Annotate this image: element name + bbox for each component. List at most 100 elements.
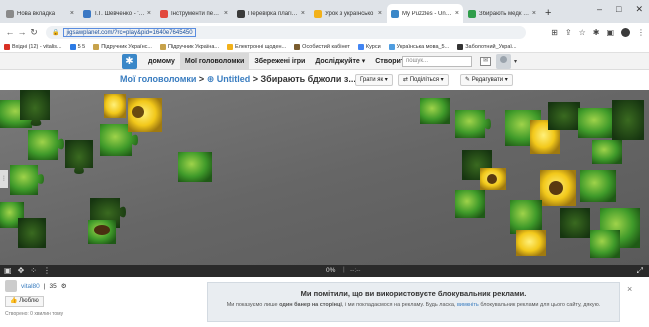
puzzle-piece[interactable] bbox=[590, 230, 620, 258]
site-nav: домому Мої головоломки Збережені ігри Дослі… bbox=[143, 53, 414, 70]
side-panel-handle[interactable]: ⋮ bbox=[0, 170, 8, 188]
menu-icon[interactable]: ⋮ bbox=[637, 28, 645, 37]
author-name[interactable]: vital80 bbox=[21, 283, 40, 290]
puzzle-piece[interactable] bbox=[510, 200, 542, 234]
tab-close-icon[interactable]: × bbox=[532, 10, 536, 17]
tab-close-icon[interactable]: × bbox=[224, 10, 228, 17]
bookmark-icon bbox=[457, 43, 464, 50]
puzzle-piece[interactable] bbox=[420, 98, 450, 124]
breadcrumb-my-puzzles[interactable]: Мої головоломки bbox=[120, 74, 196, 84]
browser-tab[interactable]: Перевірка плагіату × bbox=[233, 4, 309, 23]
preview-image-icon[interactable]: ▣ bbox=[4, 266, 12, 275]
share-icon[interactable]: ⇪ bbox=[565, 28, 572, 37]
bookmark-icon bbox=[227, 43, 233, 50]
site-header: ✱ домому Мої головоломки Збережені ігри Дос… bbox=[0, 53, 649, 70]
more-options-icon[interactable]: ⋮ bbox=[43, 266, 51, 275]
adblock-body-mid: , і ми покладаємося на рекламу. Будь лас… bbox=[341, 302, 456, 308]
share-button[interactable]: ⇄ Поділіться ▾ bbox=[398, 74, 449, 86]
bookmark-item[interactable]: Підручник Українс... bbox=[93, 43, 152, 50]
back-icon[interactable]: ← bbox=[4, 27, 16, 37]
tab-close-icon[interactable]: × bbox=[147, 10, 151, 17]
puzzle-board[interactable]: ⋮ bbox=[0, 90, 649, 265]
author-avatar[interactable] bbox=[5, 280, 17, 292]
bookmark-item[interactable]: Курси bbox=[357, 43, 381, 50]
chevron-down-icon[interactable]: ▾ bbox=[514, 58, 517, 65]
puzzle-piece[interactable] bbox=[516, 230, 546, 256]
jigsawplanet-logo-icon[interactable]: ✱ bbox=[122, 54, 137, 69]
tab-label: Т.Г. Шевченко - 'До bbox=[94, 10, 145, 17]
forward-icon[interactable]: → bbox=[16, 27, 28, 37]
bee-image bbox=[94, 225, 110, 235]
close-window-icon[interactable]: ✕ bbox=[635, 4, 643, 15]
like-button[interactable]: 👍 Люблю bbox=[5, 296, 44, 307]
maximize-icon[interactable]: □ bbox=[616, 4, 621, 15]
bookmark-item[interactable]: Підручник Україна... bbox=[159, 43, 219, 50]
puzzle-piece[interactable] bbox=[592, 140, 622, 164]
adblock-body-pre: Ми показуємо лише bbox=[226, 302, 278, 308]
tab-close-icon[interactable]: × bbox=[455, 10, 459, 17]
bookmark-item[interactable]: Заболотний_Украї... bbox=[457, 43, 517, 50]
url-text[interactable]: jigsawplanet.com/?rc=play&pid=1640e76454… bbox=[63, 27, 196, 37]
tab-close-icon[interactable]: × bbox=[70, 10, 74, 17]
tab-close-icon[interactable]: × bbox=[301, 10, 305, 17]
fullscreen-icon[interactable]: ⤢ bbox=[637, 266, 643, 276]
bookmark-item[interactable]: Вхідні (12) - vitalis... bbox=[4, 43, 62, 50]
mail-icon[interactable]: ✉ bbox=[480, 57, 491, 66]
bookmark-item[interactable]: Особистий кабінет bbox=[294, 43, 350, 50]
puzzle-piece[interactable] bbox=[18, 218, 46, 248]
profile-icon[interactable] bbox=[621, 27, 630, 37]
url-field[interactable]: 🔒 jigsawplanet.com/?rc=play&pid=1640e764… bbox=[46, 25, 526, 39]
bookmarks-bar: Вхідні (12) - vitalis... 5 5 Підручник Укр… bbox=[0, 41, 649, 53]
puzzle-piece[interactable] bbox=[455, 190, 485, 218]
site-nav-item[interactable]: Збережені ігри bbox=[249, 53, 310, 70]
bookmark-item[interactable]: 5 5 bbox=[69, 43, 86, 50]
bookmark-star-icon[interactable]: ☆ bbox=[579, 28, 586, 37]
translate-icon[interactable]: ⊞ bbox=[551, 28, 558, 37]
bookmark-icon bbox=[69, 43, 76, 50]
extensions-icon[interactable]: ✱ bbox=[593, 28, 600, 37]
adblock-close-icon[interactable]: × bbox=[627, 284, 632, 294]
edit-button[interactable]: ✎ Редагувати ▾ bbox=[460, 74, 513, 86]
bookmark-item[interactable]: Електронні щоден... bbox=[227, 43, 287, 50]
breadcrumb-untitled[interactable]: Untitled bbox=[217, 74, 251, 84]
bookmark-label: Електронні щоден... bbox=[235, 43, 287, 50]
puzzle-piece[interactable] bbox=[178, 152, 212, 182]
edit-icon: ✎ bbox=[465, 77, 472, 83]
puzzle-piece[interactable] bbox=[560, 208, 590, 238]
tab-favicon-icon bbox=[391, 9, 399, 18]
browser-tab[interactable]: Інструменти переві × bbox=[156, 4, 232, 23]
browser-tab[interactable]: Збирають медк (бд × bbox=[464, 4, 540, 23]
browser-tab[interactable]: Нова вкладка × bbox=[2, 4, 78, 23]
bookmark-item[interactable]: Українська мова_5... bbox=[388, 43, 449, 50]
puzzle-piece[interactable] bbox=[580, 170, 616, 202]
tab-favicon-icon bbox=[468, 9, 476, 18]
puzzle-piece[interactable] bbox=[548, 102, 580, 130]
edit-label: Редагувати ▾ bbox=[471, 77, 508, 83]
user-avatar[interactable] bbox=[496, 54, 511, 69]
site-nav-item[interactable]: Мої головоломки bbox=[179, 53, 250, 70]
adblock-disable-link[interactable]: вимкніть bbox=[457, 302, 479, 308]
play-as-button[interactable]: Грати як ▾ bbox=[355, 74, 393, 86]
tab-close-icon[interactable]: × bbox=[378, 10, 382, 17]
bookmark-label: Заболотний_Украї... bbox=[465, 43, 517, 50]
site-search-input[interactable]: пошук... bbox=[402, 56, 472, 67]
puzzle-piece[interactable] bbox=[612, 100, 644, 140]
browser-tab[interactable]: Т.Г. Шевченко - 'До × bbox=[79, 4, 155, 23]
reload-icon[interactable]: ↻ bbox=[28, 27, 40, 38]
ghost-image-icon[interactable]: ✥ bbox=[18, 266, 25, 275]
minimize-icon[interactable]: – bbox=[597, 4, 602, 15]
bookmark-icon bbox=[4, 43, 10, 50]
bookmark-label: 5 5 bbox=[77, 43, 86, 50]
share-label: Поділіться ▾ bbox=[409, 77, 444, 83]
site-nav-item[interactable]: домому bbox=[143, 53, 180, 70]
puzzle-piece[interactable] bbox=[104, 94, 126, 118]
puzzle-pieces-canvas[interactable] bbox=[0, 90, 649, 265]
gear-icon[interactable]: ⚙ bbox=[61, 282, 67, 290]
new-tab-button[interactable]: + bbox=[545, 7, 551, 19]
browser-tab[interactable]: Урок з українсько × bbox=[310, 4, 386, 23]
sidepanel-icon[interactable]: ▣ bbox=[606, 28, 614, 37]
scatter-pieces-icon[interactable]: ⁘ bbox=[30, 266, 37, 275]
board-controls: ▣ ✥ ⁘ ⋮ 0% | --:-- ⤢ bbox=[0, 265, 649, 277]
site-nav-item[interactable]: Досліджуйте ▾ bbox=[310, 53, 370, 70]
browser-tab[interactable]: My Puzzles - Untitle × bbox=[387, 4, 463, 23]
